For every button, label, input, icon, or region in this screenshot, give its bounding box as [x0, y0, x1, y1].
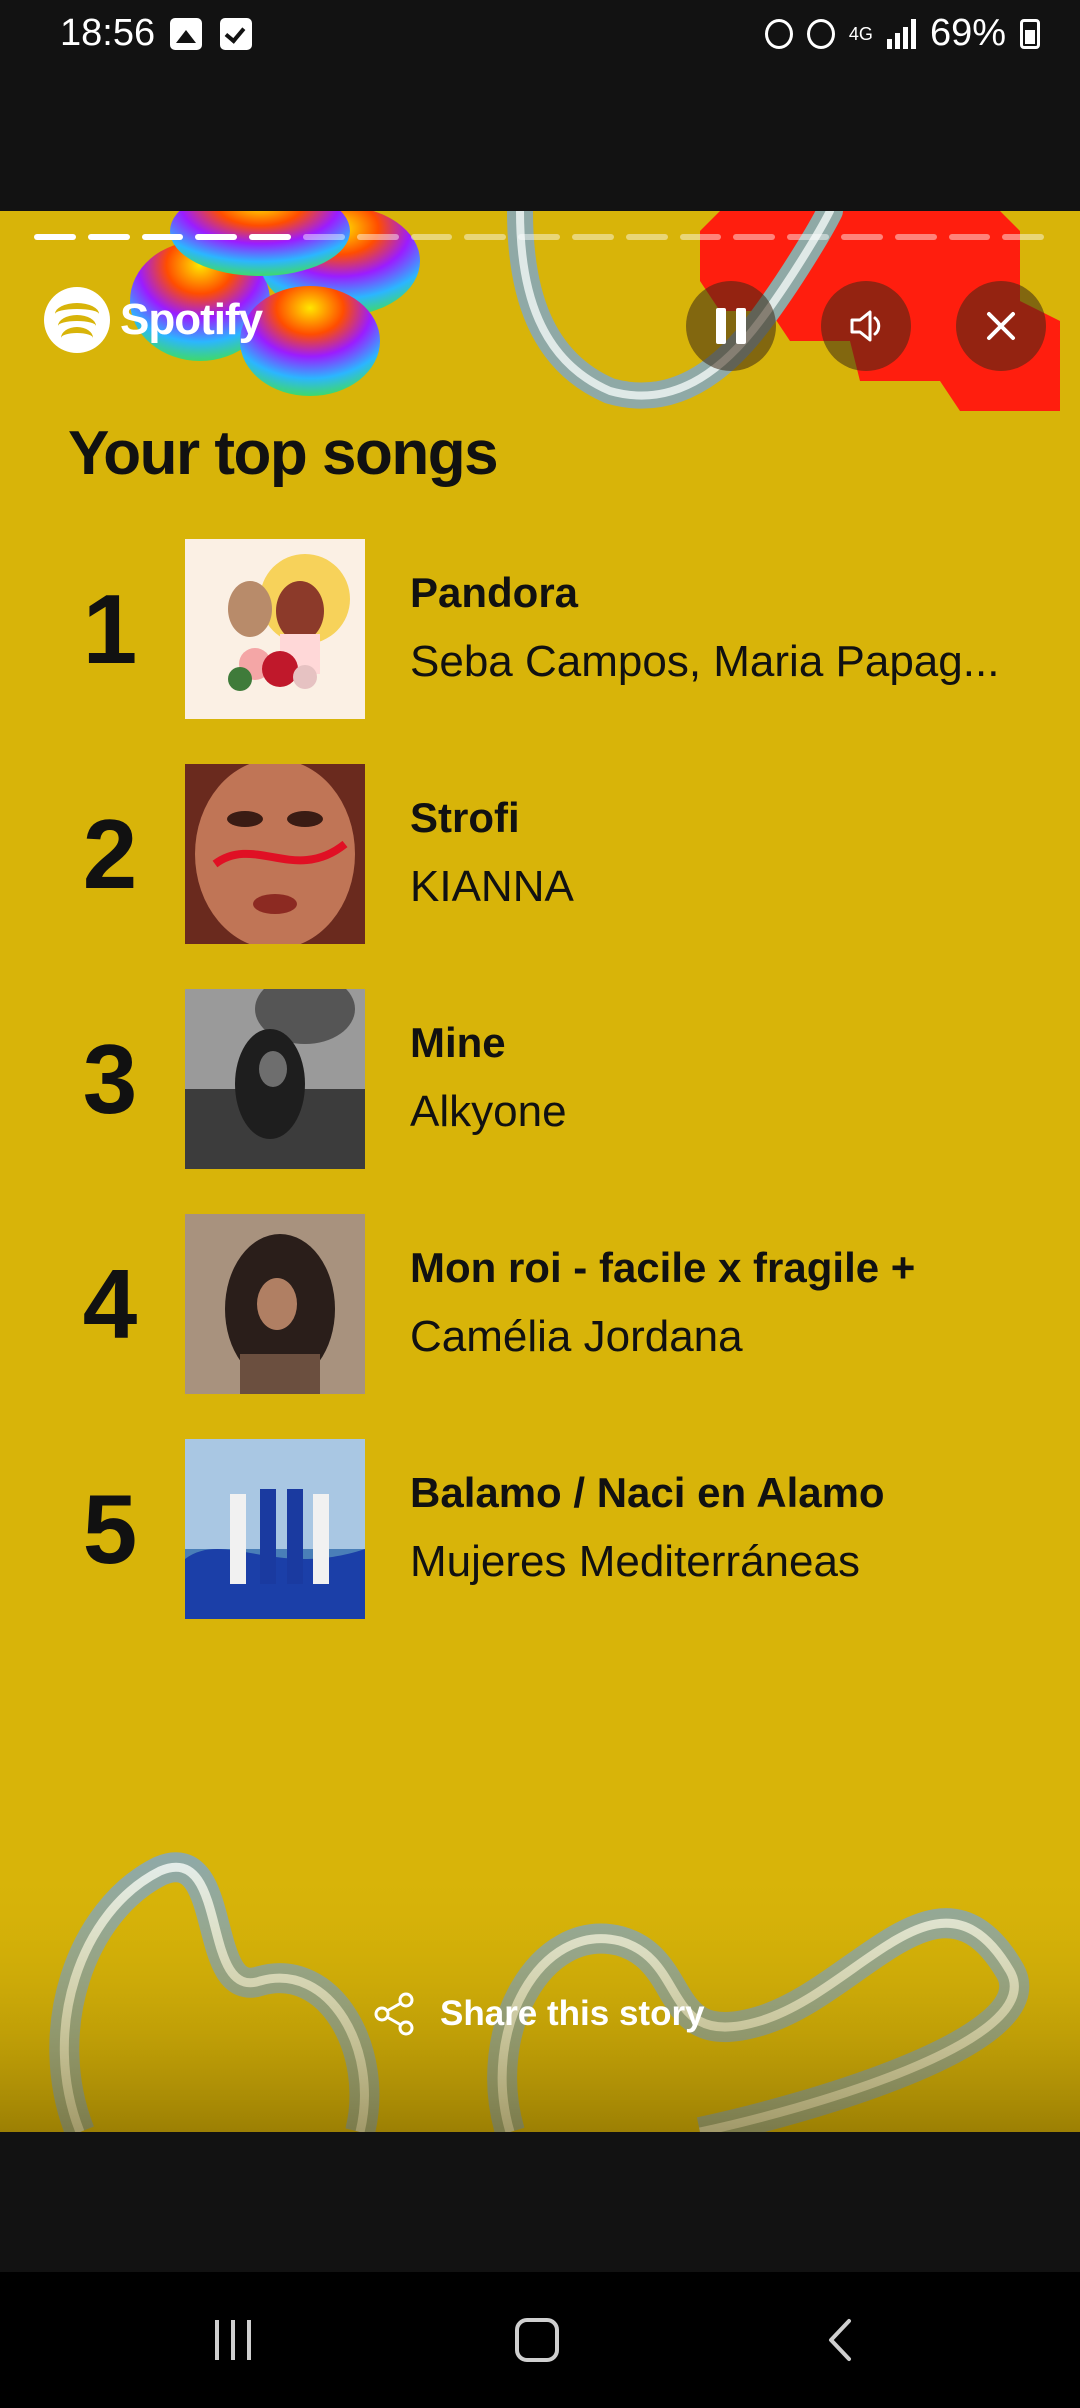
song-artist: KIANNA — [410, 862, 574, 911]
progress-segment — [141, 234, 184, 240]
song-rank: 2 — [82, 799, 138, 909]
story-heading: Your top songs — [68, 419, 499, 488]
home-button[interactable] — [502, 2310, 572, 2370]
spotify-logo: Spotify — [44, 287, 263, 353]
notification-icons — [170, 18, 252, 50]
brand-name: Spotify — [120, 295, 263, 344]
song-artist: Seba Campos, Maria Papag... — [410, 637, 1000, 686]
progress-segment — [302, 234, 345, 240]
song-rank: 1 — [82, 574, 138, 684]
battery-icon — [1020, 18, 1040, 49]
progress-segment — [249, 234, 291, 240]
song-item[interactable]: 3 Mine Alkyone — [0, 989, 1080, 1214]
progress-segment — [679, 234, 722, 240]
progress-segment — [410, 234, 453, 240]
close-icon — [987, 312, 1015, 340]
song-artist: Mujeres Mediterráneas — [410, 1537, 860, 1586]
share-label: Share this story — [440, 1994, 705, 2033]
progress-segment — [464, 234, 507, 240]
alarm-icon — [806, 18, 835, 49]
status-time: 18:56 — [60, 12, 156, 54]
audio-description-button[interactable] — [821, 281, 911, 371]
back-button[interactable] — [806, 2310, 876, 2370]
recents-button[interactable] — [198, 2310, 268, 2370]
song-title: Balamo / Naci en Alamo — [410, 1469, 885, 1516]
pause-button[interactable] — [686, 281, 776, 371]
progress-segment — [34, 234, 76, 240]
top-songs-list: 1 Pandora Seba Campos, Maria Papag... 2 — [0, 539, 1080, 1664]
back-icon — [829, 2319, 851, 2361]
song-title: Mon roi - facile x fragile + — [410, 1244, 916, 1291]
song-item[interactable]: 1 Pandora Seba Campos, Maria Papag... — [0, 539, 1080, 764]
song-item[interactable]: 2 Strofi KIANNA — [0, 764, 1080, 989]
song-artist: Camélia Jordana — [410, 1312, 743, 1361]
share-icon — [374, 1992, 414, 2036]
progress-segment — [518, 234, 560, 240]
progress-segment — [356, 234, 399, 240]
home-icon — [515, 2318, 559, 2362]
album-art — [185, 1439, 365, 1619]
album-art — [185, 539, 365, 719]
song-rank: 4 — [82, 1249, 138, 1359]
progress-segment — [894, 234, 937, 240]
song-artist: Alkyone — [410, 1087, 567, 1136]
album-art — [185, 764, 365, 944]
battery-percent: 69% — [929, 12, 1006, 54]
progress-segment — [840, 234, 883, 240]
gallery-icon — [170, 18, 202, 50]
progress-segment — [195, 234, 238, 240]
song-title: Pandora — [410, 569, 579, 616]
progress-segment — [571, 234, 614, 240]
status-bar: 18:56 4G 69% — [0, 0, 1080, 72]
network-type: 4G — [848, 23, 873, 44]
share-story-button[interactable]: Share this story — [370, 1990, 705, 2038]
progress-segment — [625, 234, 668, 240]
progress-segment — [948, 234, 991, 240]
signal-icon — [886, 18, 916, 49]
checkbox-icon — [220, 18, 252, 50]
progress-segment — [733, 234, 776, 240]
progress-segment — [87, 234, 130, 240]
bottom-spacer — [0, 2132, 1080, 2272]
song-title: Mine — [410, 1019, 506, 1066]
song-rank: 3 — [82, 1024, 138, 1134]
spotify-icon — [44, 287, 110, 353]
story-card[interactable]: Spotify Your top songs 1 Pandora Seba Ca… — [0, 211, 1080, 2132]
audio-description-icon — [850, 310, 881, 342]
album-art — [185, 1214, 365, 1394]
song-rank: 5 — [82, 1474, 138, 1584]
progress-segment — [787, 234, 829, 240]
pause-icon — [716, 308, 746, 344]
progress-segment — [1002, 234, 1045, 240]
lock-icon — [764, 18, 793, 49]
system-nav-bar — [0, 2272, 1080, 2408]
tube-decoration-bottom — [0, 1852, 1080, 2132]
song-item[interactable]: 5 Balamo / Naci en Alamo Mujeres Mediter… — [0, 1439, 1080, 1664]
album-art — [185, 989, 365, 1169]
close-button[interactable] — [956, 281, 1046, 371]
song-item[interactable]: 4 Mon roi - facile x fragile + Camélia J… — [0, 1214, 1080, 1439]
status-right: 4G 69% — [764, 12, 1040, 55]
song-title: Strofi — [410, 794, 520, 841]
story-progress — [34, 234, 1045, 240]
